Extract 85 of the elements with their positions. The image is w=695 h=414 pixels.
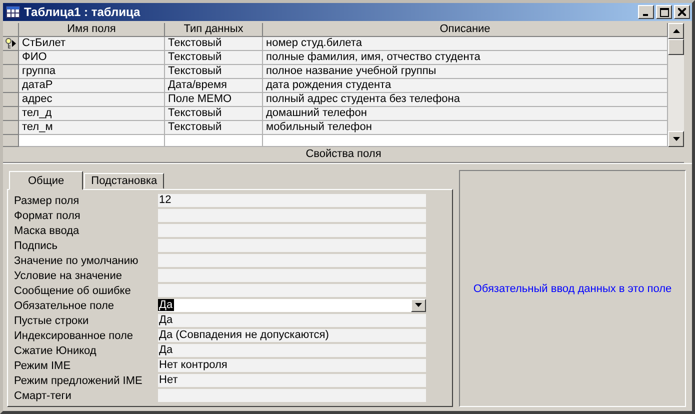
property-field[interactable]: Да [158, 314, 426, 328]
column-header[interactable]: Описание [263, 23, 668, 37]
dropdown-button[interactable] [411, 298, 426, 312]
dropdown-arrow-icon [415, 303, 422, 307]
property-label: Значение по умолчанию [14, 254, 140, 266]
property-field[interactable]: 12 [158, 194, 426, 208]
maximize-button[interactable] [656, 5, 672, 19]
property-value: Да [158, 314, 174, 326]
table-cell[interactable]: полные фамилия, имя, отчество студента [263, 51, 668, 65]
property-field[interactable] [158, 238, 426, 252]
scroll-thumb[interactable] [668, 39, 684, 55]
table-cell[interactable]: полное название учебной группы [263, 65, 668, 79]
help-text: Обязательный ввод данных в это поле [473, 282, 672, 294]
property-value: 12 [158, 194, 172, 206]
table-cell[interactable]: ФИО [19, 51, 165, 65]
table-cell[interactable]: Текстовый [165, 121, 263, 135]
row-selector[interactable] [3, 37, 19, 51]
table-cell[interactable]: датаР [19, 79, 165, 93]
property-label: Режим IME [14, 360, 72, 372]
property-field[interactable] [158, 268, 426, 282]
property-label: Размер поля [14, 194, 80, 206]
property-field[interactable]: Нет [158, 374, 426, 388]
property-field[interactable]: Да [158, 298, 426, 312]
property-field[interactable]: Да (Совпадения не допускаются) [158, 328, 426, 342]
up-arrow-icon [672, 29, 680, 33]
corner-cell [3, 23, 19, 37]
column-header[interactable]: Имя поля [19, 23, 165, 37]
tab[interactable]: Подстановка [84, 173, 164, 189]
maximize-icon [660, 8, 668, 16]
property-label: Индексированное поле [14, 330, 134, 342]
property-field[interactable] [158, 254, 426, 268]
property-value: Да [158, 344, 174, 356]
table-cell[interactable]: тел_д [19, 107, 165, 121]
table-cell[interactable]: Поле MEMO [165, 93, 263, 107]
property-label: Формат поля [14, 210, 82, 222]
property-field[interactable] [158, 284, 426, 298]
property-label: Режим предложений IME [14, 374, 144, 386]
property-value: Да [158, 299, 174, 311]
minimize-button[interactable] [638, 5, 654, 19]
table-cell[interactable]: мобильный телефон [263, 121, 668, 135]
property-value: Нет [158, 374, 179, 386]
close-icon [678, 8, 686, 16]
table-cell[interactable]: номер студ.билета [263, 37, 668, 51]
table-cell[interactable]: Текстовый [165, 37, 263, 51]
table-cell[interactable] [165, 135, 263, 147]
table-cell[interactable]: Текстовый [165, 107, 263, 121]
table-cell[interactable]: тел_м [19, 121, 165, 135]
property-field[interactable]: Нет контроля [158, 358, 426, 372]
property-label: Смарт-теги [14, 390, 72, 402]
key-icon [5, 38, 12, 49]
property-label: Маска ввода [14, 224, 80, 236]
table-cell[interactable] [19, 135, 165, 147]
table-cell[interactable]: домашний телефон [263, 107, 668, 121]
property-label: Условие на значение [14, 270, 124, 282]
table-cell[interactable]: группа [19, 65, 165, 79]
property-label: Сжатие Юникод [14, 344, 98, 356]
tab[interactable]: Общие [9, 171, 84, 190]
window-title: Таблица1 : таблица [24, 5, 142, 19]
property-value: Нет контроля [158, 359, 228, 371]
property-field[interactable] [158, 208, 426, 222]
property-field[interactable] [158, 388, 426, 402]
scroll-up-button[interactable] [668, 23, 684, 39]
property-label: Сообщение об ошибке [14, 284, 132, 296]
vertical-scrollbar[interactable] [668, 23, 684, 147]
table-cell[interactable]: СтБилет [19, 37, 165, 51]
current-row-icon [12, 40, 16, 47]
property-label: Пустые строки [14, 314, 90, 326]
property-field[interactable]: Да [158, 344, 426, 358]
property-field[interactable] [158, 224, 426, 238]
table-cell[interactable]: Текстовый [165, 65, 263, 79]
table-cell[interactable]: Текстовый [165, 51, 263, 65]
table-cell[interactable] [263, 135, 668, 147]
section-title: Свойства поля [306, 148, 382, 160]
table-cell[interactable]: полный адрес студента без телефона [263, 93, 668, 107]
table-cell[interactable]: дата рождения студента [263, 79, 668, 93]
property-label: Подпись [14, 240, 59, 252]
property-value: Да (Совпадения не допускаются) [158, 329, 330, 341]
column-header[interactable]: Тип данных [165, 23, 263, 37]
property-label: Обязательное поле [14, 300, 116, 312]
down-arrow-icon [672, 137, 680, 141]
table-cell[interactable]: Дата/время [165, 79, 263, 93]
table-cell[interactable]: адрес [19, 93, 165, 107]
table-icon [6, 6, 20, 18]
scroll-down-button[interactable] [668, 131, 684, 147]
close-button[interactable] [674, 5, 690, 19]
